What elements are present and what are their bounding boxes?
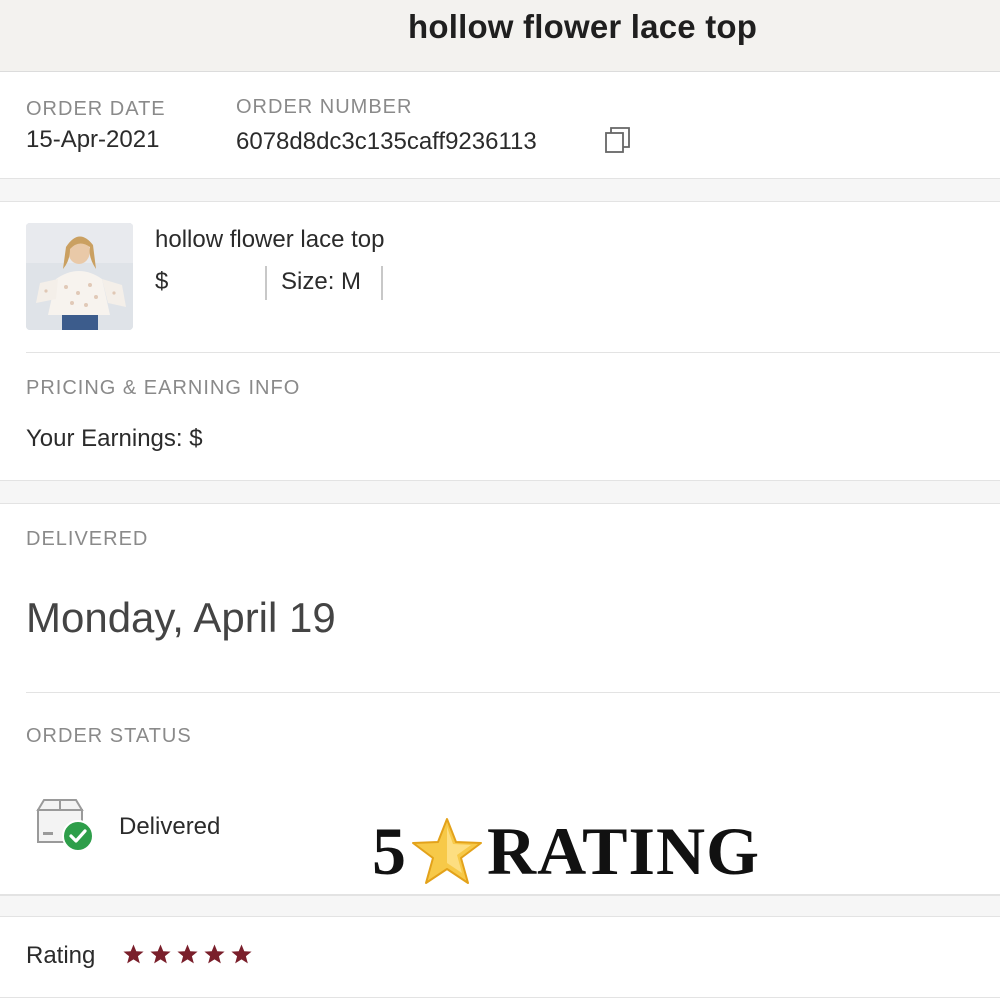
- divider: [26, 692, 1000, 693]
- rating-star-icon: [150, 944, 171, 964]
- copy-icon[interactable]: [604, 126, 632, 154]
- rating-star-icon: [204, 944, 225, 964]
- page-title: hollow flower lace top: [408, 8, 758, 45]
- product-thumbnail[interactable]: [26, 223, 133, 330]
- rating-star-icon: [231, 944, 252, 964]
- divider: [26, 352, 1000, 353]
- item-size: Size: M: [281, 268, 362, 295]
- order-number-label: ORDER NUMBER: [236, 96, 413, 118]
- item-name: hollow flower lace top: [155, 226, 385, 253]
- separator: [265, 266, 267, 300]
- delivered-label: DELIVERED: [26, 528, 149, 550]
- section-gap: [0, 480, 1000, 504]
- section-gap: [0, 178, 1000, 202]
- separator: [381, 266, 383, 300]
- rating-label: Rating: [26, 942, 96, 969]
- order-date-label: ORDER DATE: [26, 98, 166, 120]
- overlay-word: RATING: [487, 813, 760, 889]
- rating-stars: [122, 943, 253, 966]
- rating-star-icon: [123, 944, 144, 964]
- pricing-label: PRICING & EARNING INFO: [26, 377, 301, 399]
- star-icon: [409, 815, 485, 889]
- top-bar: hollow flower lace top: [0, 0, 1000, 72]
- delivery-date: Monday, April 19: [26, 594, 336, 641]
- rating-star-icon: [177, 944, 198, 964]
- earnings-value: Your Earnings: $: [26, 425, 203, 452]
- section-gap: [0, 895, 1000, 917]
- overlay-number: 5: [372, 813, 407, 889]
- item-price: $: [155, 268, 169, 295]
- order-status-value: Delivered: [119, 813, 221, 840]
- order-number-value: 6078d8dc3c135caff9236113: [236, 128, 537, 155]
- package-delivered-icon: [34, 798, 96, 854]
- divider: [0, 997, 1000, 998]
- order-date-value: 15-Apr-2021: [26, 126, 160, 153]
- order-status-label: ORDER STATUS: [26, 725, 192, 747]
- rating-overlay: 5 RATING: [372, 812, 760, 891]
